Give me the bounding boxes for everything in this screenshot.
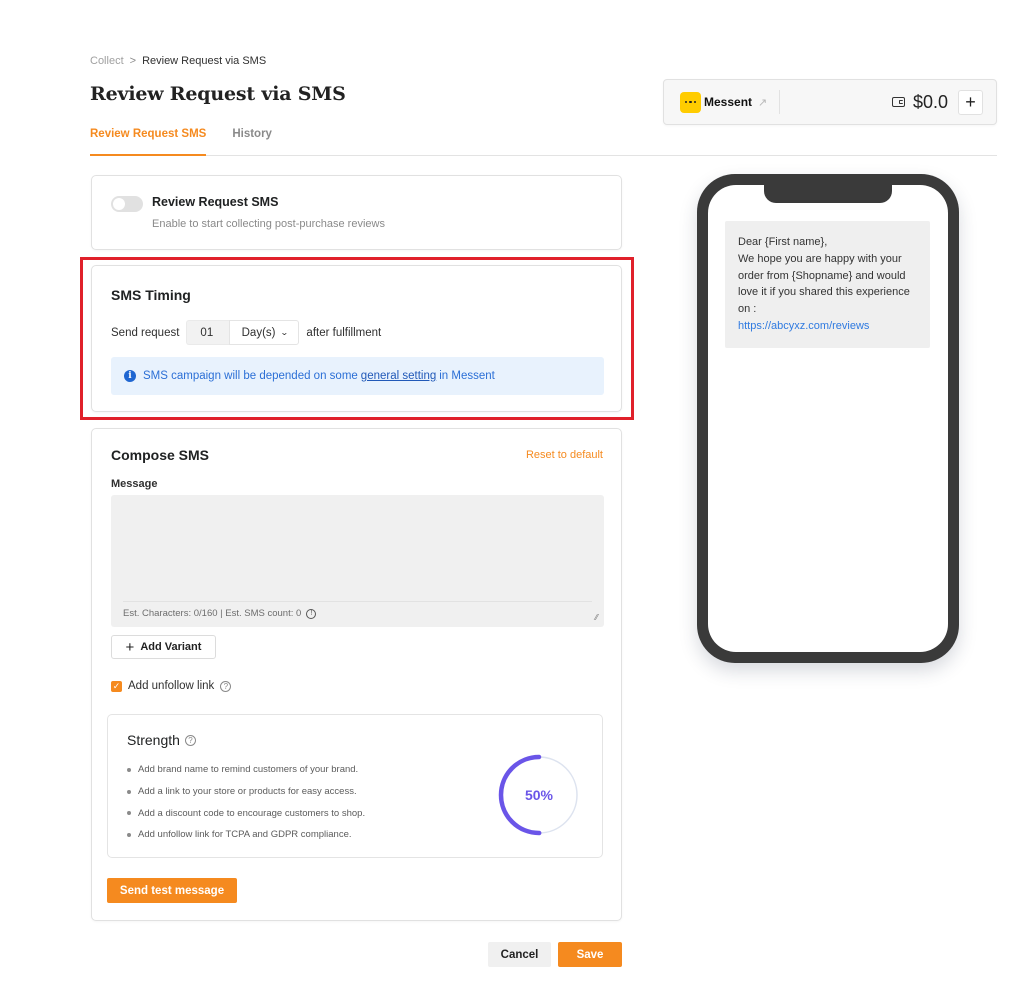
- phone-preview: Dear {First name}, We hope you are happy…: [697, 174, 959, 663]
- message-stats-text: Est. Characters: 0/160 | Est. SMS count:…: [123, 608, 302, 619]
- divider: [779, 90, 781, 114]
- strength-tip: Add unfollow link for TCPA and GDPR comp…: [127, 824, 365, 846]
- strength-tip-text: Add a link to your store or products for…: [138, 786, 357, 798]
- bullet-icon: [127, 789, 131, 794]
- info-banner: i SMS campaign will be depended on some …: [111, 357, 604, 395]
- strength-tip: Add a link to your store or products for…: [127, 781, 365, 803]
- strength-tip-text: Add a discount code to encourage custome…: [138, 807, 366, 819]
- sms-review-link[interactable]: https://abcyxz.com/reviews: [738, 318, 917, 335]
- breadcrumb-collect[interactable]: Collect: [90, 55, 124, 67]
- strength-tip: Add brand name to remind customers of yo…: [127, 759, 365, 781]
- wallet-icon: [891, 97, 905, 107]
- reset-to-default-link[interactable]: Reset to default: [526, 449, 603, 461]
- page-title: Review Request via SMS: [90, 83, 346, 105]
- add-variant-button[interactable]: + Add Variant: [111, 635, 216, 659]
- plus-icon: +: [125, 638, 135, 656]
- compose-sms-title: Compose SMS: [111, 447, 210, 463]
- unfollow-label[interactable]: Add unfollow link: [128, 680, 214, 692]
- sms-preview-bubble: Dear {First name}, We hope you are happy…: [725, 221, 930, 348]
- tab-bar: Review Request SMS History: [90, 128, 997, 156]
- send-request-label: Send request: [111, 326, 180, 339]
- tab-history[interactable]: History: [232, 128, 272, 156]
- strength-tips: Add brand name to remind customers of yo…: [127, 759, 365, 846]
- tab-review-request-sms[interactable]: Review Request SMS: [90, 128, 207, 156]
- strength-gauge: 50%: [497, 753, 581, 837]
- chevron-down-icon: ⌄: [279, 328, 289, 337]
- wallet-balance: $0.0: [912, 91, 948, 112]
- general-setting-link[interactable]: general setting: [361, 370, 436, 382]
- message-stats: Est. Characters: 0/160 | Est. SMS count:…: [123, 608, 317, 619]
- bullet-icon: [127, 832, 131, 837]
- sms-timing-title: SMS Timing: [111, 287, 191, 303]
- divider: [123, 601, 592, 602]
- info-icon: i: [124, 370, 136, 382]
- timing-amount-input[interactable]: 01: [186, 320, 230, 345]
- phone-notch: [764, 185, 892, 203]
- save-button[interactable]: Save: [558, 942, 622, 967]
- breadcrumb: Collect > Review Request via SMS: [90, 55, 266, 67]
- unfollow-checkbox[interactable]: ✓: [111, 680, 122, 692]
- strength-tip-text: Add unfollow link for TCPA and GDPR comp…: [138, 829, 352, 841]
- wallet-bar: Messent ↗ $0.0 +: [663, 79, 997, 125]
- timing-unit-value: Day(s): [241, 326, 276, 339]
- message-label: Message: [111, 478, 158, 490]
- phone-screen: Dear {First name}, We hope you are happy…: [708, 185, 948, 652]
- sms-timing-card: SMS Timing Send request 01 Day(s) ⌄ afte…: [91, 265, 622, 412]
- add-funds-button[interactable]: +: [958, 89, 983, 115]
- strength-title: Strength: [127, 732, 180, 748]
- help-icon[interactable]: ?: [184, 734, 196, 746]
- strength-percent: 50%: [524, 787, 554, 803]
- chevron-right-icon: >: [129, 55, 137, 67]
- help-icon[interactable]: ?: [220, 680, 232, 692]
- strength-tip: Add a discount code to encourage custome…: [127, 802, 365, 824]
- unfollow-row: ✓ Add unfollow link ?: [111, 680, 232, 692]
- resize-handle-icon[interactable]: ⁄⁄: [595, 613, 598, 622]
- toggle-title: Review Request SMS: [152, 195, 279, 209]
- toggle-description: Enable to start collecting post-purchase…: [152, 218, 385, 230]
- info-circle-icon[interactable]: !: [306, 608, 317, 619]
- review-request-toggle[interactable]: [111, 196, 143, 212]
- bullet-icon: [127, 767, 131, 772]
- message-textarea[interactable]: [111, 495, 604, 599]
- cancel-button[interactable]: Cancel: [488, 942, 551, 967]
- compose-sms-card: Compose SMS Reset to default Message Est…: [91, 428, 622, 921]
- external-link-icon[interactable]: ↗: [758, 96, 767, 109]
- brand-name: Messent: [704, 95, 753, 109]
- info-text-before: SMS campaign will be depended on some: [143, 370, 358, 382]
- review-toggle-card: Review Request SMS Enable to start colle…: [91, 175, 622, 250]
- send-test-message-button[interactable]: Send test message: [107, 878, 237, 903]
- strength-panel: Strength ? Add brand name to remind cust…: [107, 714, 603, 858]
- after-fulfillment-label: after fulfillment: [306, 326, 382, 339]
- messent-logo-icon: [680, 91, 701, 113]
- breadcrumb-current: Review Request via SMS: [142, 55, 267, 67]
- sms-body: We hope you are happy with your order fr…: [738, 252, 910, 316]
- message-field: Est. Characters: 0/160 | Est. SMS count:…: [111, 495, 604, 627]
- timing-row: Send request 01 Day(s) ⌄ after fulfillme…: [111, 320, 381, 345]
- sms-greeting: Dear {First name},: [738, 236, 828, 248]
- strength-tip-text: Add brand name to remind customers of yo…: [138, 764, 359, 776]
- add-variant-label: Add Variant: [140, 641, 202, 653]
- timing-unit-select[interactable]: Day(s) ⌄: [229, 320, 300, 345]
- bullet-icon: [127, 811, 131, 816]
- info-text-after: in Messent: [439, 370, 495, 382]
- strength-title-row: Strength ?: [127, 732, 196, 748]
